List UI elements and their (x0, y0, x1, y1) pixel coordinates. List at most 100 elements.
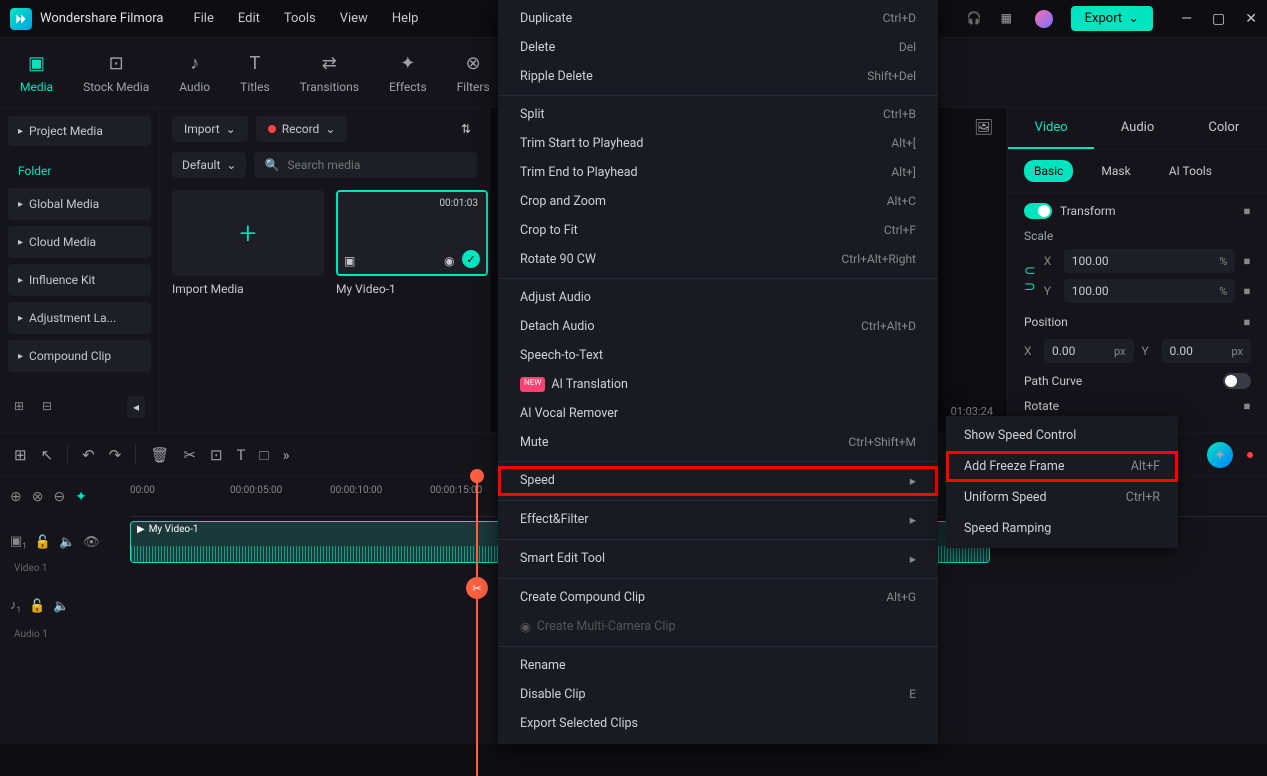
tab-transitions[interactable]: ⇄Transitions (300, 52, 359, 94)
rp-subtab-mask[interactable]: Mask (1091, 160, 1140, 182)
submenu-item-speed-ramping[interactable]: Speed Ramping (946, 513, 1178, 544)
sort-dropdown[interactable]: Default⌄ (172, 152, 246, 178)
new-bin-icon[interactable]: ⊟ (42, 399, 58, 415)
menu-item-delete[interactable]: DeleteDel (498, 33, 938, 62)
keyframe-diamond-icon[interactable]: ◆ (1241, 204, 1254, 217)
path-curve-toggle[interactable] (1223, 373, 1251, 389)
keyframe-diamond-icon[interactable]: ◆ (1241, 315, 1254, 328)
pointer-icon[interactable]: ↖ (41, 446, 54, 464)
cat-adjustment-layer[interactable]: Adjustment La... (8, 302, 151, 334)
tab-filters[interactable]: ⊗Filters (457, 52, 490, 94)
marker-icon[interactable]: ✦ (75, 489, 87, 505)
rp-tab-video[interactable]: Video (1008, 108, 1094, 149)
cut-icon[interactable]: ✂ (183, 446, 196, 464)
layout-icon[interactable]: ⊞ (14, 446, 27, 464)
rp-subtab-basic[interactable]: Basic (1024, 160, 1073, 182)
menu-item-crop-to-fit[interactable]: Crop to FitCtrl+F (498, 216, 938, 245)
grid-icon[interactable]: ▦ (1001, 11, 1017, 27)
menu-tools[interactable]: Tools (284, 11, 316, 26)
project-media-dropdown[interactable]: Project Media (8, 116, 151, 146)
mute-icon[interactable]: 🔈 (53, 599, 69, 614)
media-clip-tile[interactable]: 00:01:03 ▣ ◉ ✓ (336, 190, 488, 276)
menu-file[interactable]: File (193, 11, 213, 26)
folder-link[interactable]: Folder (8, 154, 151, 188)
menu-item-ripple-delete[interactable]: Ripple DeleteShift+Del (498, 62, 938, 91)
menu-edit[interactable]: Edit (238, 11, 260, 26)
tab-stock-media[interactable]: ⊡Stock Media (83, 52, 149, 94)
ai-button[interactable]: ✦ (1207, 442, 1233, 468)
new-folder-icon[interactable]: ⊞ (14, 399, 30, 415)
scale-x-input[interactable]: 100.00% (1064, 249, 1236, 273)
undo-icon[interactable]: ↶ (82, 446, 95, 464)
filter-icon[interactable]: ⇅ (455, 116, 477, 142)
menu-item-mute[interactable]: MuteCtrl+Shift+M (498, 428, 938, 457)
playhead-cut-icon[interactable]: ✂ (466, 577, 488, 599)
cat-cloud-media[interactable]: Cloud Media (8, 226, 151, 258)
menu-item-adjust-audio[interactable]: Adjust Audio (498, 283, 938, 312)
collapse-panel-button[interactable]: ◂ (127, 396, 145, 418)
rp-tab-color[interactable]: Color (1181, 108, 1267, 149)
menu-item-detach-audio[interactable]: Detach AudioCtrl+Alt+D (498, 312, 938, 341)
menu-item-duplicate[interactable]: DuplicateCtrl+D (498, 4, 938, 33)
tab-audio[interactable]: ♪Audio (179, 52, 210, 94)
menu-item-export-selected-clips[interactable]: Export Selected Clips (498, 709, 938, 738)
menu-item-rotate-90-cw[interactable]: Rotate 90 CWCtrl+Alt+Right (498, 245, 938, 274)
shape-icon[interactable]: □ (259, 446, 268, 464)
menu-help[interactable]: Help (392, 11, 419, 26)
import-media-tile[interactable]: + (172, 190, 324, 276)
menu-item-disable-clip[interactable]: Disable ClipE (498, 680, 938, 709)
lock-icon[interactable]: 🔓 (35, 535, 51, 550)
redo-icon[interactable]: ↷ (109, 446, 122, 464)
menu-item-ai-translation[interactable]: NEWAI Translation (498, 370, 938, 399)
transform-toggle[interactable] (1024, 203, 1052, 219)
maximize-button[interactable]: ▢ (1212, 11, 1225, 27)
cat-compound-clip[interactable]: Compound Clip (8, 340, 151, 372)
crop-icon[interactable]: ⊡ (210, 446, 223, 464)
menu-item-speech-to-text[interactable]: Speech-to-Text (498, 341, 938, 370)
menu-item-speed[interactable]: Speed▸ (498, 466, 938, 496)
menu-item-smart-edit-tool[interactable]: Smart Edit Tool▸ (498, 544, 938, 574)
playhead[interactable]: ✂ (476, 477, 478, 776)
keyframe-diamond-icon[interactable]: ◆ (1241, 284, 1254, 297)
video-track-icon[interactable]: ▣1 (10, 534, 27, 551)
tab-titles[interactable]: TTitles (240, 52, 269, 94)
menu-item-trim-start-to-playhead[interactable]: Trim Start to PlayheadAlt+[ (498, 129, 938, 158)
link-icon[interactable]: ⊂⊃ (1024, 263, 1036, 295)
record-button[interactable]: Record⌄ (256, 116, 348, 142)
menu-item-effect-filter[interactable]: Effect&Filter▸ (498, 505, 938, 535)
keyframe-diamond-icon[interactable]: ◆ (1241, 254, 1254, 267)
headphones-icon[interactable]: 🎧 (967, 11, 983, 27)
submenu-item-show-speed-control[interactable]: Show Speed Control (946, 420, 1178, 451)
search-input[interactable] (287, 158, 467, 172)
more-icon[interactable]: » (283, 446, 290, 464)
pos-y-input[interactable]: 0.00px (1162, 339, 1252, 363)
link-track-icon[interactable]: ⊗ (32, 489, 44, 505)
magnet-icon[interactable]: ⊖ (53, 489, 65, 505)
menu-item-crop-and-zoom[interactable]: Crop and ZoomAlt+C (498, 187, 938, 216)
tab-media[interactable]: ▣Media (20, 52, 53, 94)
menu-item-trim-end-to-playhead[interactable]: Trim End to PlayheadAlt+] (498, 158, 938, 187)
cat-global-media[interactable]: Global Media (8, 188, 151, 220)
add-track-icon[interactable]: ⊕ (10, 489, 22, 505)
menu-item-ai-vocal-remover[interactable]: AI Vocal Remover (498, 399, 938, 428)
rp-subtab-ai-tools[interactable]: AI Tools (1159, 160, 1222, 182)
text-icon[interactable]: T (237, 446, 246, 464)
audio-track-icon[interactable]: ♪1 (10, 597, 21, 615)
lock-icon[interactable]: 🔓 (29, 599, 45, 614)
profile-icon[interactable] (1035, 10, 1053, 28)
minimize-button[interactable]: ― (1181, 11, 1192, 27)
cat-influence-kit[interactable]: Influence Kit (8, 264, 151, 296)
keyframe-diamond-icon[interactable]: ◆ (1241, 399, 1254, 412)
delete-icon[interactable]: 🗑 (150, 446, 169, 464)
mute-icon[interactable]: 🔈 (59, 535, 75, 550)
menu-item-create-compound-clip[interactable]: Create Compound ClipAlt+G (498, 583, 938, 612)
rp-tab-audio[interactable]: Audio (1094, 108, 1180, 149)
submenu-item-add-freeze-frame[interactable]: Add Freeze FrameAlt+F (946, 451, 1178, 482)
pos-x-input[interactable]: 0.00px (1044, 339, 1134, 363)
close-button[interactable]: ✕ (1245, 11, 1257, 27)
preview-image-icon[interactable]: 🖼 (974, 118, 993, 136)
export-button[interactable]: Export⌄ (1071, 6, 1153, 31)
search-box[interactable]: 🔍 (254, 152, 477, 178)
import-button[interactable]: Import⌄ (172, 116, 248, 142)
submenu-item-uniform-speed[interactable]: Uniform SpeedCtrl+R (946, 482, 1178, 513)
